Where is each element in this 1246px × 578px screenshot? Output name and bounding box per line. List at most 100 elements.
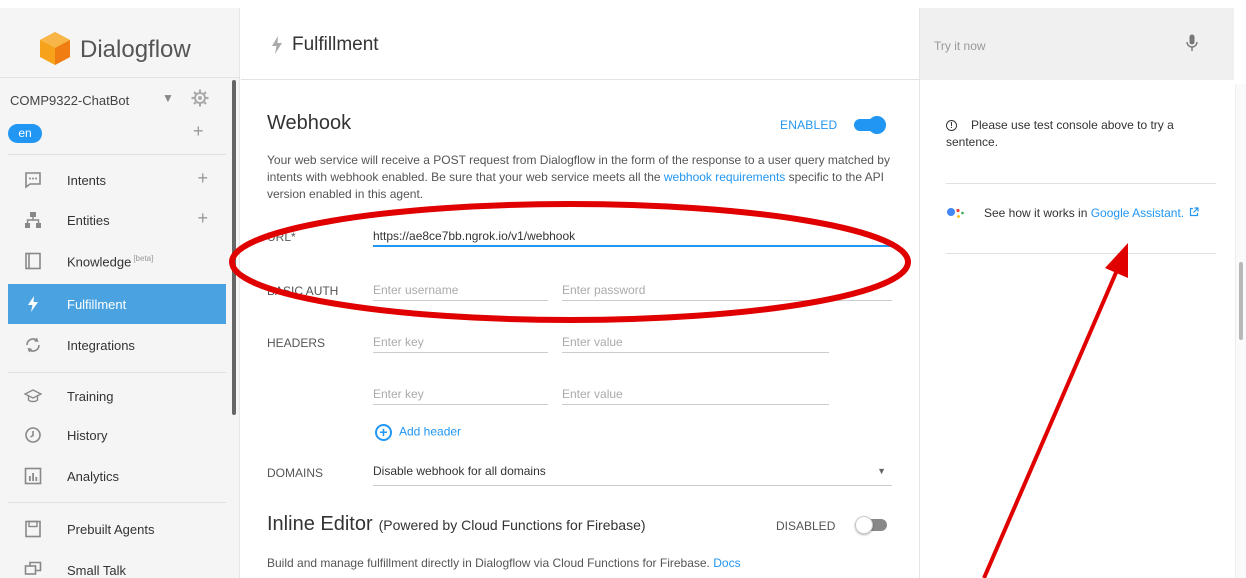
main-content: Webhook ENABLED Your web service will re… bbox=[241, 80, 919, 578]
gear-icon[interactable] bbox=[191, 89, 209, 107]
sidebar-item-label: Entities bbox=[67, 213, 110, 228]
try-it-now-placeholder: Try it now bbox=[934, 39, 986, 53]
header-value-input[interactable]: Enter value bbox=[562, 385, 829, 405]
test-console-message: ! Please use test console above to try a … bbox=[946, 117, 1206, 151]
header-key-input[interactable]: Enter key bbox=[373, 333, 548, 353]
divider bbox=[8, 154, 226, 155]
dialogflow-console: Dialogflow COMP9322-ChatBot ▼ en + Inten… bbox=[0, 0, 1246, 578]
chat-bubble-icon bbox=[25, 172, 41, 189]
hierarchy-icon bbox=[25, 212, 41, 228]
inline-editor-title-text: Inline Editor bbox=[267, 513, 373, 535]
test-console-panel: Try it now bbox=[919, 8, 1246, 578]
sidebar-item-intents[interactable]: Intents + bbox=[8, 160, 226, 200]
bolt-icon bbox=[28, 296, 38, 312]
inline-editor-subtitle: (Powered by Cloud Functions for Firebase… bbox=[378, 517, 646, 533]
google-assistant-link[interactable]: Google Assistant. bbox=[1091, 206, 1200, 220]
webhook-status-label: ENABLED bbox=[780, 118, 838, 132]
agent-name[interactable]: COMP9322-ChatBot bbox=[10, 93, 129, 108]
inline-editor-description: Build and manage fulfillment directly in… bbox=[267, 556, 741, 570]
webhook-requirements-link[interactable]: webhook requirements bbox=[664, 170, 785, 184]
language-pill[interactable]: en bbox=[8, 124, 42, 143]
inline-editor-desc-text: Build and manage fulfillment directly in… bbox=[267, 556, 710, 570]
headers-label: HEADERS bbox=[267, 336, 326, 350]
sidebar-item-history[interactable]: History bbox=[8, 415, 226, 455]
google-assistant-link-label: Google Assistant. bbox=[1090, 206, 1185, 220]
sidebar-item-label: Analytics bbox=[67, 469, 120, 484]
url-label: URL* bbox=[267, 230, 296, 244]
sidebar-item-entities[interactable]: Entities + bbox=[8, 200, 226, 240]
app-name: Dialogflow bbox=[80, 36, 191, 63]
clock-icon bbox=[25, 427, 41, 443]
external-link-icon bbox=[1190, 207, 1200, 217]
try-it-now-input[interactable]: Try it now bbox=[920, 8, 1234, 80]
url-input[interactable]: https://ae8ce7bb.ngrok.io/v1/webhook bbox=[373, 227, 892, 247]
add-header-label: Add header bbox=[399, 424, 462, 439]
sidebar-scrollbar[interactable] bbox=[232, 80, 236, 415]
webhook-description: Your web service will receive a POST req… bbox=[267, 152, 907, 203]
header-value-input[interactable]: Enter value bbox=[562, 333, 829, 353]
header-key-input[interactable]: Enter key bbox=[373, 385, 548, 405]
toggle-knob bbox=[868, 116, 886, 134]
sidebar-item-label: History bbox=[67, 428, 108, 443]
bolt-icon bbox=[272, 36, 282, 54]
knowledge-label: Knowledge bbox=[67, 254, 132, 270]
username-input[interactable]: Enter username bbox=[373, 281, 548, 301]
basic-auth-label: BASIC AUTH bbox=[267, 284, 339, 298]
sidebar-item-fulfillment[interactable]: Fulfillment bbox=[8, 284, 226, 324]
docs-link[interactable]: Docs bbox=[713, 556, 740, 570]
divider bbox=[8, 372, 226, 373]
scrollbar-thumb[interactable] bbox=[1239, 262, 1243, 340]
assistant-text-prefix: See how it works in bbox=[984, 206, 1091, 220]
bar-chart-icon bbox=[24, 467, 42, 485]
logo-bar: Dialogflow bbox=[0, 8, 240, 78]
sidebar-item-analytics[interactable]: Analytics bbox=[8, 456, 226, 496]
save-icon bbox=[25, 520, 41, 538]
inline-editor-status-label: DISABLED bbox=[776, 519, 836, 533]
page-title: Fulfillment bbox=[292, 34, 379, 55]
add-entity-icon[interactable]: + bbox=[197, 208, 208, 229]
caret-down-icon[interactable]: ▼ bbox=[162, 91, 174, 105]
assistant-text: See how it works in Google Assistant. bbox=[984, 206, 1200, 220]
sidebar-item-label: Small Talk bbox=[67, 563, 127, 578]
integrations-icon bbox=[26, 337, 40, 353]
inline-editor-toggle[interactable] bbox=[855, 516, 887, 534]
sidebar-item-label: Prebuilt Agents bbox=[67, 522, 155, 537]
sidebar-item-label: Training bbox=[67, 389, 114, 404]
toggle-knob bbox=[855, 516, 873, 534]
talk-icon bbox=[24, 561, 42, 575]
domains-select[interactable]: Disable webhook for all domains ▼ bbox=[373, 464, 892, 486]
top-border bbox=[0, 0, 1246, 8]
domains-label: DOMAINS bbox=[267, 466, 324, 480]
right-scrollbar[interactable] bbox=[1235, 84, 1246, 578]
page-header: Fulfillment bbox=[241, 8, 919, 80]
sidebar-item-integrations[interactable]: Integrations bbox=[8, 325, 226, 365]
plus-circle-icon: + bbox=[375, 424, 392, 441]
password-input[interactable]: Enter password bbox=[562, 281, 892, 301]
sidebar-item-small-talk[interactable]: Small Talk bbox=[8, 550, 226, 578]
microphone-icon[interactable] bbox=[1186, 34, 1198, 52]
sidebar: Dialogflow COMP9322-ChatBot ▼ en + Inten… bbox=[0, 0, 240, 578]
test-message-text: Please use test console above to try a s… bbox=[946, 118, 1174, 149]
agent-selector[interactable]: COMP9322-ChatBot ▼ bbox=[0, 88, 240, 118]
sidebar-item-label: Integrations bbox=[67, 338, 135, 353]
google-assistant-icon bbox=[947, 208, 964, 218]
sidebar-item-training[interactable]: Training bbox=[8, 376, 226, 416]
divider bbox=[946, 253, 1216, 254]
add-language-icon[interactable]: + bbox=[193, 121, 204, 142]
add-header-button[interactable]: + Add header bbox=[375, 424, 461, 441]
caret-down-icon: ▼ bbox=[877, 466, 886, 476]
language-row: en + bbox=[0, 120, 240, 146]
sidebar-item-knowledge[interactable]: Knowledge [beta] bbox=[8, 241, 226, 281]
info-icon: ! bbox=[946, 120, 957, 132]
add-intent-icon[interactable]: + bbox=[197, 168, 208, 189]
webhook-toggle[interactable] bbox=[854, 116, 886, 134]
sidebar-item-prebuilt-agents[interactable]: Prebuilt Agents bbox=[8, 509, 226, 549]
sidebar-item-label: Knowledge [beta] bbox=[67, 254, 153, 269]
graduation-cap-icon bbox=[24, 389, 42, 403]
divider bbox=[8, 502, 226, 503]
book-icon bbox=[25, 252, 41, 270]
sidebar-item-label: Intents bbox=[67, 173, 107, 188]
sidebar-item-label: Fulfillment bbox=[67, 297, 127, 312]
inline-editor-title: Inline Editor (Powered by Cloud Functions… bbox=[267, 513, 646, 536]
divider bbox=[946, 183, 1216, 184]
